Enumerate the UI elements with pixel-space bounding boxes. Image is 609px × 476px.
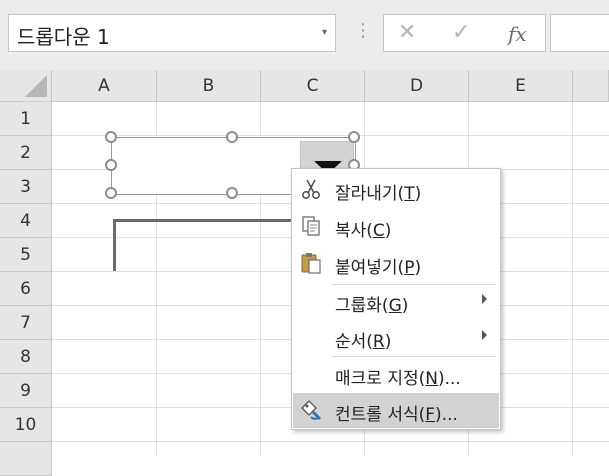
resize-handle-top-left[interactable] <box>105 131 117 143</box>
menu-item-assign-macro-label: 매크로 지정(N)... <box>335 369 461 389</box>
row-header-3[interactable]: 3 <box>0 170 52 204</box>
name-box-dropdown-icon[interactable]: ▾ <box>322 27 327 38</box>
insert-function-icon[interactable]: fx <box>508 22 527 46</box>
menu-item-group-label: 그룹화(G) <box>335 296 409 316</box>
gridline <box>572 102 573 456</box>
menu-item-copy-label: 복사(C) <box>335 221 392 241</box>
copy-icon <box>299 214 323 238</box>
row-header-8[interactable]: 8 <box>0 340 52 374</box>
column-header-b[interactable]: B <box>157 70 261 102</box>
select-all-triangle-icon <box>25 75 47 97</box>
cancel-icon[interactable]: ✕ <box>398 20 416 45</box>
row-header-6[interactable]: 6 <box>0 272 52 306</box>
name-box[interactable]: 드롭다운 1 ▾ <box>8 14 336 52</box>
menu-item-cut[interactable]: 잘라내기(T) <box>293 172 499 207</box>
shape-border-top[interactable] <box>113 219 293 222</box>
row-header-1[interactable]: 1 <box>0 102 52 136</box>
menu-item-order[interactable]: 순서(R) <box>293 320 499 355</box>
menu-item-paste[interactable]: 붙여넣기(P) <box>293 246 499 281</box>
submenu-arrow-icon <box>482 294 487 304</box>
resize-handle-bottom[interactable] <box>226 187 238 199</box>
context-menu: 잘라내기(T) 복사(C) 붙여넣기(P) 그룹화(G) 순서(R) 매크로 지… <box>291 168 501 430</box>
gridline <box>52 135 609 136</box>
row-header-9[interactable]: 9 <box>0 374 52 408</box>
menu-item-cut-label: 잘라내기(T) <box>335 184 422 204</box>
menu-item-order-label: 순서(R) <box>335 332 392 352</box>
name-box-value: 드롭다운 1 <box>17 25 110 49</box>
shape-border-left[interactable] <box>113 219 116 271</box>
row-header-10[interactable]: 10 <box>0 408 52 442</box>
submenu-arrow-icon <box>482 330 487 340</box>
resize-handle-bottom-left[interactable] <box>105 187 117 199</box>
menu-item-group[interactable]: 그룹화(G) <box>293 284 499 319</box>
row-header-11[interactable] <box>0 442 52 476</box>
formula-input[interactable] <box>550 14 609 52</box>
select-all-button[interactable] <box>0 70 52 102</box>
row-header-2[interactable]: 2 <box>0 136 52 170</box>
column-header-a[interactable]: A <box>52 70 157 102</box>
column-header-d[interactable]: D <box>365 70 469 102</box>
menu-item-copy[interactable]: 복사(C) <box>293 209 499 244</box>
resize-handle-top[interactable] <box>226 131 238 143</box>
row-header-7[interactable]: 7 <box>0 306 52 340</box>
paste-icon <box>299 251 323 275</box>
scissors-icon <box>299 177 323 201</box>
menu-item-format-control[interactable]: 컨트롤 서식(F)... <box>293 393 499 428</box>
menu-item-format-control-label: 컨트롤 서식(F)... <box>335 405 458 425</box>
formula-buttons: ✕ ✓ fx <box>383 14 546 52</box>
menu-item-paste-label: 붙여넣기(P) <box>335 258 422 278</box>
gridline <box>52 441 609 442</box>
column-header-e[interactable]: E <box>469 70 573 102</box>
row-header-4[interactable]: 4 <box>0 204 52 238</box>
resize-handle-top-right[interactable] <box>348 131 360 143</box>
menu-item-assign-macro[interactable]: 매크로 지정(N)... <box>293 357 499 392</box>
resize-handle-left[interactable] <box>105 159 117 171</box>
column-header-f[interactable] <box>573 70 609 102</box>
format-control-icon <box>299 398 323 422</box>
formula-bar: 드롭다운 1 ▾ ⋮ ✕ ✓ fx <box>0 0 609 70</box>
column-header-c[interactable]: C <box>261 70 365 102</box>
row-header-5[interactable]: 5 <box>0 238 52 272</box>
formula-bar-grip-icon[interactable]: ⋮ <box>354 22 372 40</box>
enter-icon[interactable]: ✓ <box>452 20 470 45</box>
